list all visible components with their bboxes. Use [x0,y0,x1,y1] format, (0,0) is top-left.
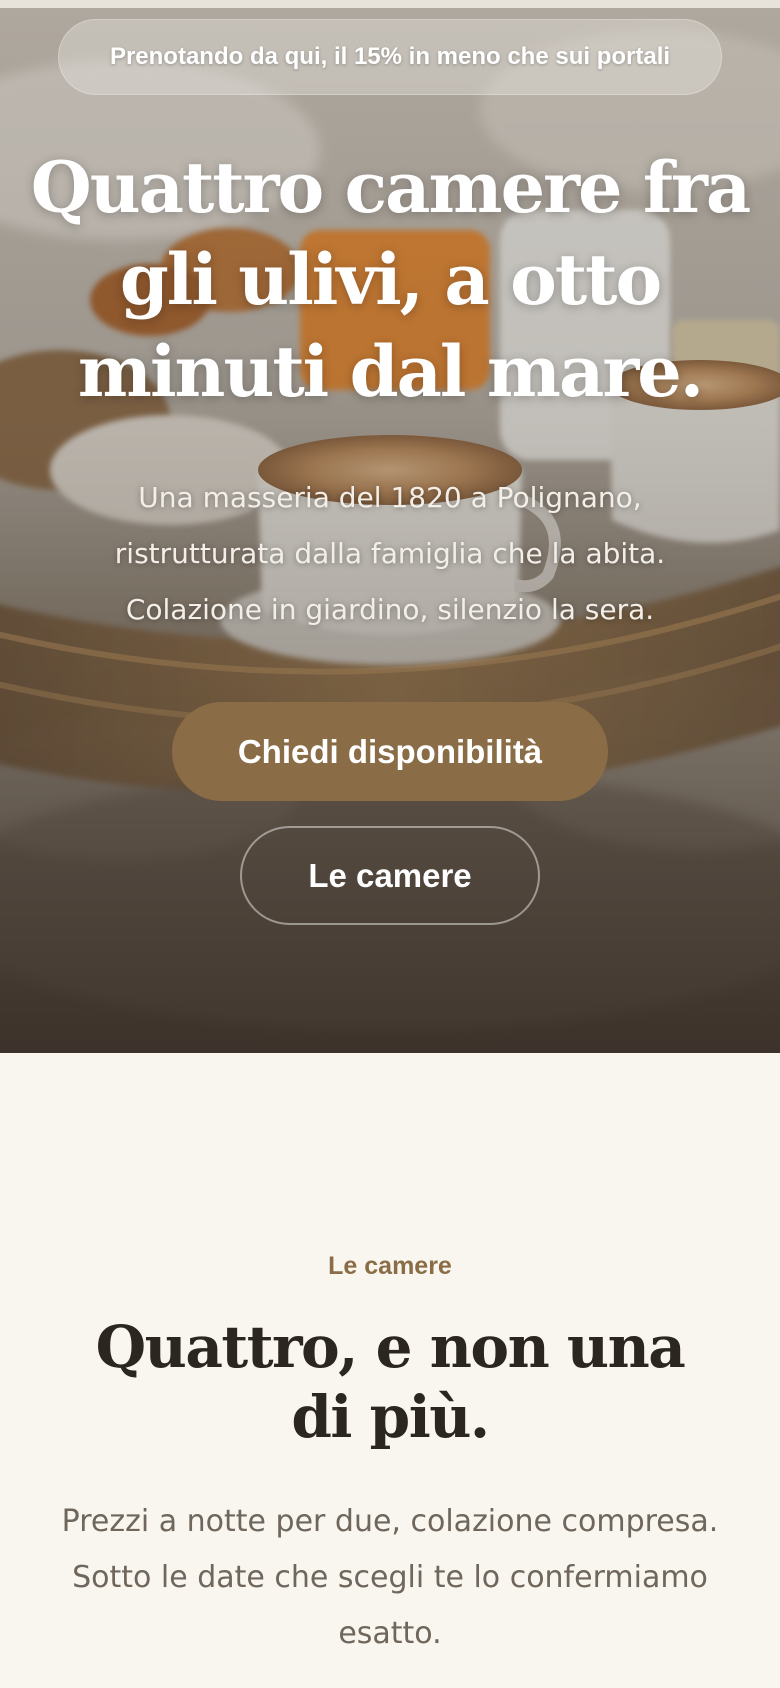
hero-section: Prenotando da qui, il 15% in meno che su… [0,0,780,1053]
rooms-title: Quattro, e non una di più. [95,1313,686,1451]
hero-subtitle: Una masseria del 1820 a Polignano, ristr… [114,481,666,626]
request-availability-button[interactable]: Chiedi disponibilità [172,702,608,801]
rooms-eyebrow: Le camere [328,1252,452,1280]
discount-banner: Prenotando da qui, il 15% in meno che su… [58,19,722,95]
top-strip [0,0,780,8]
hero-title: Quattro camere fra gli ulivi, a otto min… [30,146,752,413]
rooms-link-button[interactable]: Le camere [240,826,540,925]
rooms-description: Prezzi a notte per due, colazione compre… [61,1504,719,1651]
